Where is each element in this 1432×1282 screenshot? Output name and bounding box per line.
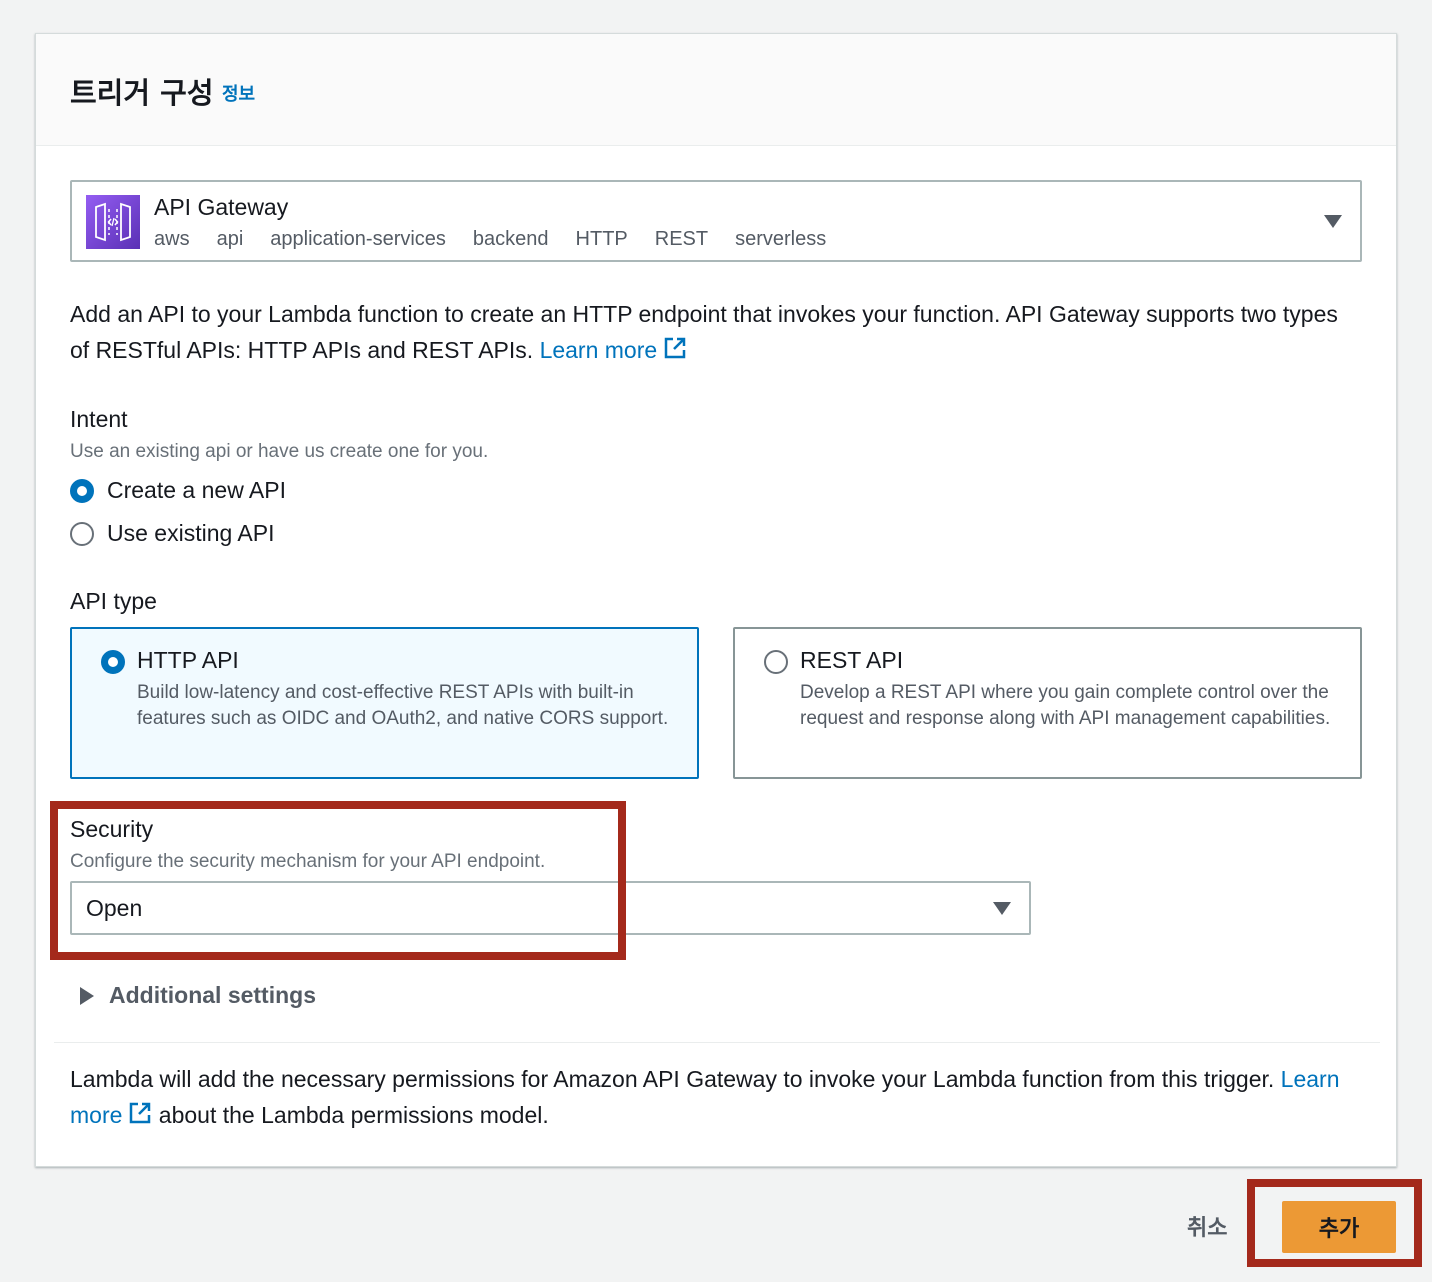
trigger-source-select[interactable]: API Gateway aws api application-services… [70, 180, 1362, 262]
learn-more-link[interactable]: Learn more [540, 337, 688, 363]
page-title: 트리거 구성 [70, 76, 214, 110]
learn-more-label: Learn more [539, 337, 658, 363]
tile-title: HTTP API [137, 647, 239, 673]
intent-description: Use an existing api or have us create on… [70, 441, 489, 462]
service-tags: aws api application-services backend HTT… [154, 228, 826, 251]
radio-button-checked[interactable] [101, 650, 125, 674]
radio-create-new-api[interactable]: Create a new API [70, 477, 286, 504]
tile-rest-api[interactable]: REST API Develop a REST API where you ga… [733, 627, 1362, 779]
service-tag: REST [654, 228, 709, 250]
panel-header: 트리거 구성 정보 [36, 34, 1396, 146]
additional-settings-label: Additional settings [109, 982, 316, 1008]
service-tag: api [216, 228, 244, 250]
caret-down-icon [1324, 215, 1342, 228]
service-tag: serverless [735, 228, 827, 250]
radio-label: Create a new API [107, 477, 286, 503]
radio-button[interactable] [70, 521, 94, 546]
radio-button-checked[interactable] [70, 478, 94, 503]
radio-use-existing-api[interactable]: Use existing API [70, 520, 274, 547]
security-selected-value: Open [86, 895, 143, 921]
cancel-button[interactable]: 취소 [1187, 1210, 1227, 1242]
radio-button[interactable] [764, 650, 788, 674]
api-gateway-icon [86, 195, 140, 249]
service-tag: HTTP [575, 228, 628, 250]
additional-settings-expander[interactable]: Additional settings [80, 982, 316, 1009]
intent-label: Intent [70, 406, 128, 432]
api-gateway-description: Add an API to your Lambda function to cr… [70, 296, 1350, 368]
service-name: API Gateway [154, 194, 289, 220]
permissions-suffix: about the Lambda permissions model. [158, 1102, 549, 1128]
security-description: Configure the security mechanism for you… [70, 851, 546, 872]
service-tag: application-services [270, 228, 446, 250]
permissions-note: Lambda will add the necessary permission… [70, 1061, 1370, 1133]
security-label: Security [70, 816, 154, 842]
tile-description: Develop a REST API where you gain comple… [800, 682, 1331, 729]
security-select[interactable]: Open [70, 881, 1031, 935]
service-tag: backend [472, 228, 549, 250]
tile-title: REST API [800, 647, 904, 673]
caret-right-icon [80, 986, 94, 1005]
tile-http-api[interactable]: HTTP API Build low-latency and cost-effe… [70, 627, 699, 779]
description-text: Add an API to your Lambda function to cr… [70, 301, 1338, 363]
api-type-label: API type [70, 588, 157, 614]
service-tag: aws [154, 228, 190, 250]
tile-description: Build low-latency and cost-effective RES… [137, 682, 669, 729]
external-link-icon [664, 337, 686, 359]
radio-label: Use existing API [107, 520, 275, 546]
caret-down-icon [993, 902, 1011, 915]
permissions-text: Lambda will add the necessary permission… [70, 1066, 1275, 1092]
divider [54, 1042, 1380, 1043]
trigger-config-panel: 트리거 구성 정보 API Gateway aws api applicatio… [35, 33, 1397, 1167]
external-link-icon [130, 1102, 151, 1124]
add-button[interactable]: 추가 [1282, 1201, 1396, 1253]
info-link[interactable]: 정보 [222, 80, 255, 106]
